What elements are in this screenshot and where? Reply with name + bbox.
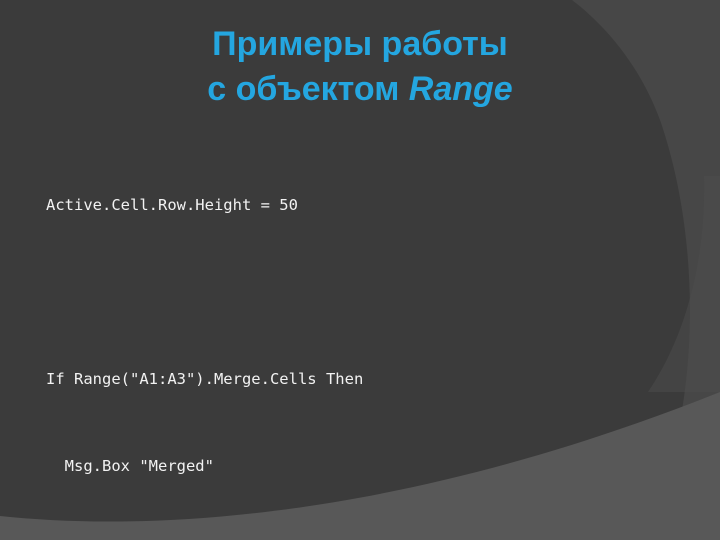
slide-title: Примеры работы с объектом Range <box>0 22 720 112</box>
code-line: If Range("A1:A3").Merge.Cells Then <box>46 370 364 388</box>
slide-canvas: Примеры работы с объектом Range Active.C… <box>0 0 720 540</box>
code-line: Msg.Box "Merged" <box>46 457 214 475</box>
background-arc-shadow <box>648 176 720 392</box>
title-line-2-prefix: с объектом <box>207 70 409 109</box>
title-object-name: Range <box>408 70 513 109</box>
title-line-1: Примеры работы <box>212 25 508 63</box>
code-listing: Active.Cell.Row.Height = 50 If Range("A1… <box>46 133 363 540</box>
title-line-2: с объектом Range <box>0 67 720 112</box>
code-line: Active.Cell.Row.Height = 50 <box>46 196 298 214</box>
